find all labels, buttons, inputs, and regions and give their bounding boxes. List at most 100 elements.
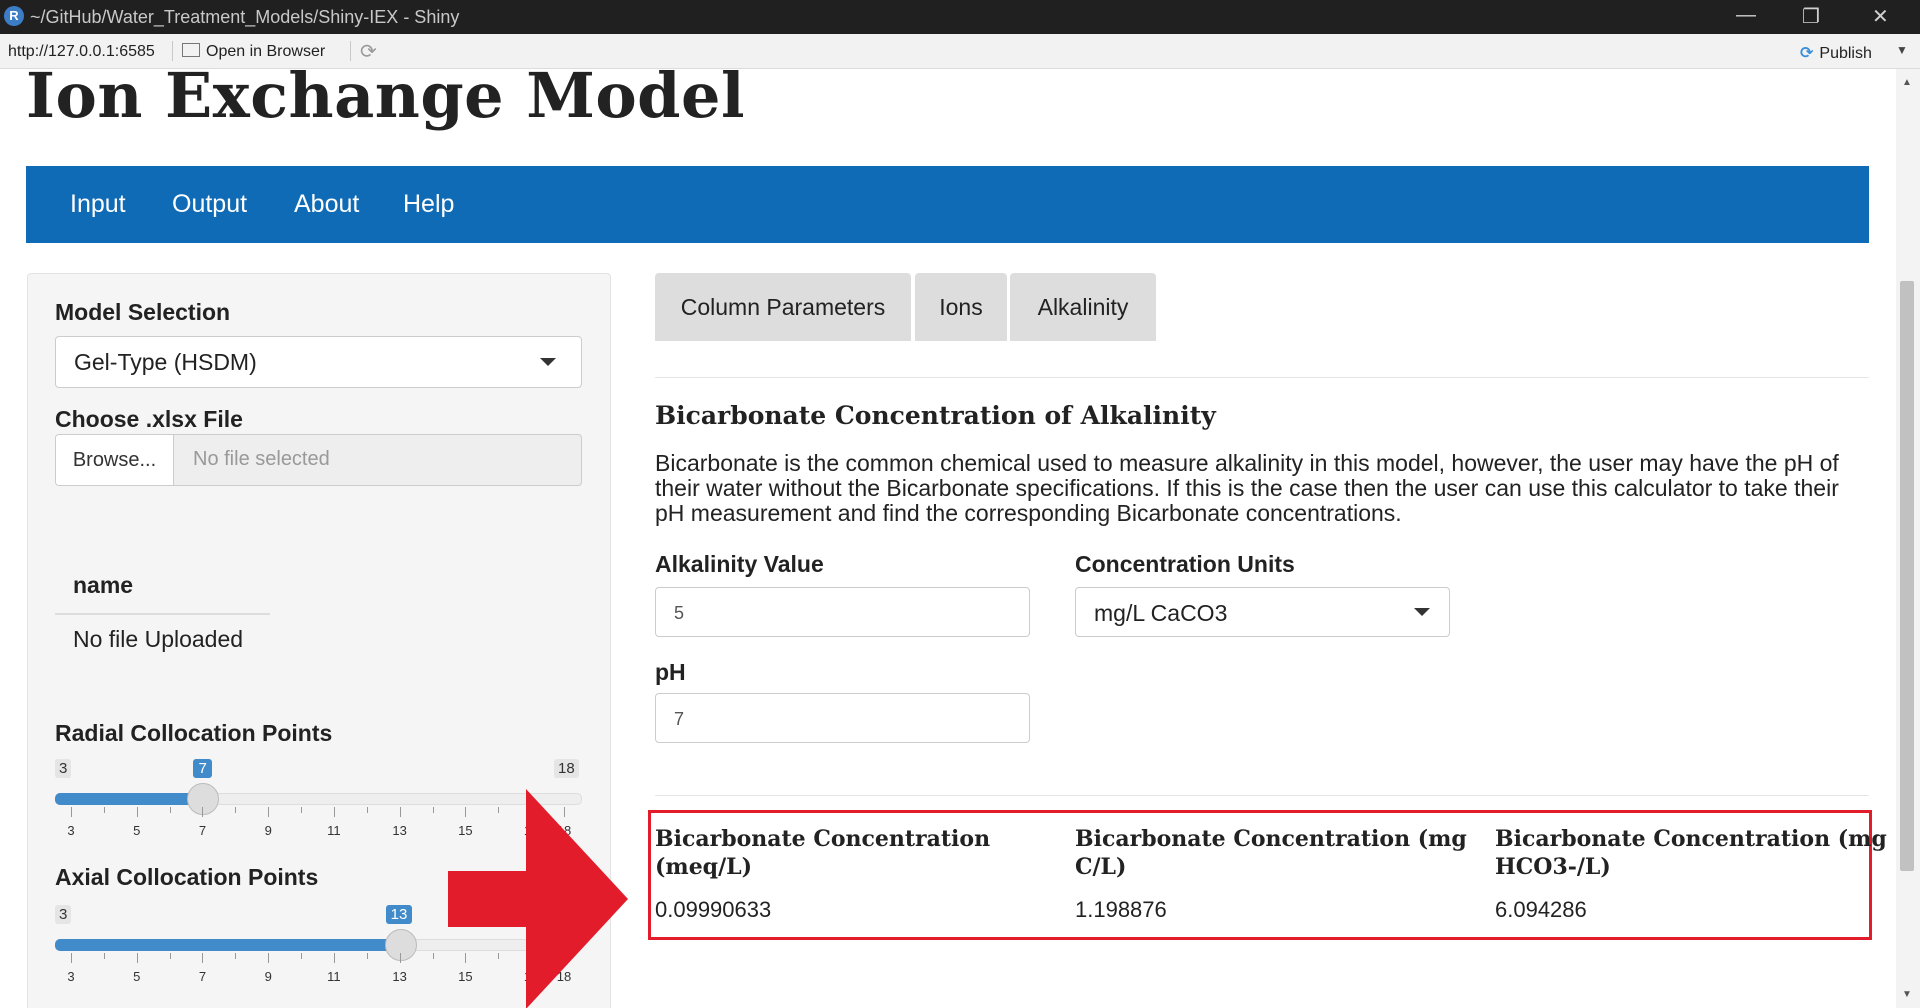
result-title-mgc-line1: Bicarbonate Concentration (mg [1075, 826, 1467, 852]
publish-dropdown-icon[interactable]: ▼ [1896, 43, 1908, 57]
slider-max-label: 18 [554, 759, 579, 778]
refresh-icon[interactable]: ⟳ [360, 39, 377, 64]
result-value-meq: 0.09990633 [655, 897, 772, 922]
model-selection-dropdown[interactable]: Gel-Type (HSDM) [55, 336, 582, 388]
slider-min-label: 3 [55, 759, 72, 778]
units-label: Concentration Units [1075, 551, 1295, 577]
publish-button[interactable]: ⟳ Publish [1800, 43, 1872, 63]
slider-major-tick [71, 953, 72, 963]
slider-tick [432, 807, 434, 813]
browser-window-icon [182, 43, 200, 57]
ph-label: pH [655, 659, 686, 685]
open-in-browser-button[interactable]: Open in Browser [182, 43, 325, 61]
slider-major-tick [136, 807, 138, 817]
slider-tick-label: 13 [392, 969, 407, 984]
slider-major-tick [136, 953, 138, 963]
slider-tick-label: 11 [327, 823, 341, 838]
slider-value-label: 7 [193, 759, 212, 778]
arrow-shape [448, 789, 628, 1008]
scrollbar-thumb[interactable] [1900, 281, 1914, 871]
slider-major-tick [202, 807, 204, 817]
result-title-meq-line1: Bicarbonate Concentration [655, 826, 991, 852]
nav-input[interactable]: Input [70, 190, 126, 219]
nav-about[interactable]: About [294, 190, 359, 219]
publish-label: Publish [1819, 45, 1872, 62]
result-title-meq-line2: (meq/L) [655, 854, 752, 880]
slider-tick [169, 807, 171, 813]
result-title-mgc-line2: C/L) [1075, 854, 1127, 880]
page-title: Ion Exchange Model [26, 69, 746, 132]
slider-major-tick [333, 953, 335, 963]
slider-tick-label: 11 [327, 969, 341, 984]
ph-value: 7 [674, 709, 685, 729]
tab-column-parameters[interactable]: Column Parameters [655, 273, 911, 341]
slider-tick-label: 3 [67, 969, 75, 984]
result-title-mghco3: Bicarbonate Concentration (mg HCO3-/L) [1495, 825, 1887, 881]
units-dropdown[interactable]: mg/L CaCO3 [1075, 587, 1450, 637]
window-titlebar: R ~/GitHub/Water_Treatment_Models/Shiny-… [0, 0, 1920, 34]
scroll-down-icon[interactable]: ▼ [1902, 989, 1912, 1000]
slider-min-label: 3 [55, 905, 72, 924]
result-title-mgc: Bicarbonate Concentration (mg C/L) [1075, 825, 1467, 881]
slider-value-label: 13 [385, 905, 413, 924]
browse-button[interactable]: Browse... [56, 435, 174, 485]
tab-ions[interactable]: Ions [915, 273, 1007, 341]
table-cell: No file Uploaded [73, 626, 244, 652]
scroll-up-icon[interactable]: ▲ [1902, 77, 1912, 88]
file-input[interactable]: Browse... No file selected [55, 434, 582, 486]
slider-tick [301, 807, 303, 813]
toolbar-divider [172, 41, 173, 61]
slider-handle[interactable] [384, 929, 417, 961]
red-arrow-annotation [448, 789, 628, 1008]
slider-tick [103, 807, 105, 813]
toolbar-divider [350, 41, 351, 61]
scrollbar[interactable]: ▲ ▼ [1896, 69, 1920, 1008]
slider-major-tick [399, 807, 401, 817]
slider-tick-label: 3 [67, 823, 75, 838]
slider-major-tick [268, 807, 270, 817]
publish-icon: ⟳ [1800, 45, 1814, 62]
file-placeholder: No file selected [193, 448, 330, 470]
slider-tick-label: 5 [133, 823, 141, 838]
slider-fill [55, 939, 400, 951]
alkalinity-value-input[interactable]: 5 [655, 587, 1030, 637]
result-title-mghco3-line2: HCO3-/L) [1495, 854, 1611, 880]
slider-major-tick [333, 807, 335, 817]
alkalinity-value-text: 5 [674, 603, 685, 623]
window-title: ~/GitHub/Water_Treatment_Models/Shiny-IE… [30, 7, 460, 27]
model-selection-label: Model Selection [55, 299, 231, 325]
app-page: Ion Exchange Model Input Output About He… [0, 69, 1920, 1008]
slider-tick-label: 7 [198, 823, 207, 838]
result-value-mgc: 1.198876 [1075, 897, 1167, 922]
result-value-mghco3: 6.094286 [1495, 897, 1587, 922]
axial-slider-label: Axial Collocation Points [55, 864, 319, 890]
close-button[interactable]: ✕ [1872, 4, 1889, 29]
open-in-browser-label: Open in Browser [206, 43, 326, 60]
chevron-down-icon [1414, 608, 1430, 616]
url-text: http://127.0.0.1:6585 [8, 43, 155, 60]
slider-tick [366, 953, 368, 959]
slider-major-tick [268, 953, 270, 963]
nav-help[interactable]: Help [403, 190, 454, 219]
slider-tick [366, 807, 368, 813]
nav-output[interactable]: Output [172, 190, 247, 219]
chevron-down-icon [540, 358, 556, 366]
minimize-button[interactable]: — [1736, 4, 1756, 27]
slider-tick [169, 953, 171, 959]
slider-fill [55, 793, 203, 805]
restore-button[interactable]: ❐ [1802, 4, 1820, 29]
slider-tick-label: 9 [264, 823, 272, 838]
alkalinity-description: Bicarbonate is the common chemical used … [655, 450, 1839, 526]
file-label: Choose .xlsx File [55, 406, 243, 432]
alkalinity-heading: Bicarbonate Concentration of Alkalinity [655, 401, 1216, 430]
radial-slider-label: Radial Collocation Points [55, 720, 333, 746]
slider-tick-label: 13 [392, 823, 407, 838]
slider-tick [235, 807, 237, 813]
slider-major-tick [202, 953, 204, 963]
tab-alkalinity[interactable]: Alkalinity [1010, 273, 1156, 341]
ph-input[interactable]: 7 [655, 693, 1030, 743]
tab-divider [655, 377, 1869, 378]
slider-handle[interactable] [187, 783, 220, 815]
slider-tick [301, 953, 303, 959]
slider-tick [432, 953, 434, 959]
